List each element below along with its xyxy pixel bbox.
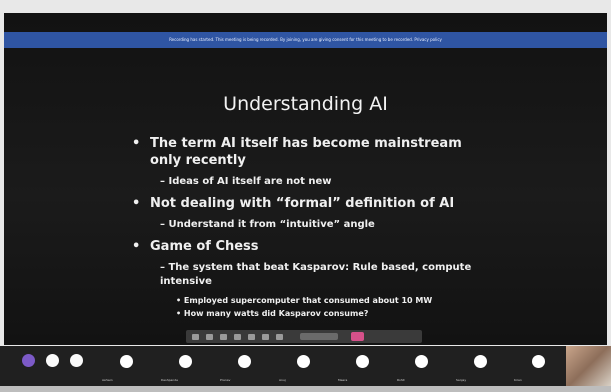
avatar [532, 355, 545, 368]
avatar [297, 355, 310, 368]
avatar [179, 355, 192, 368]
bullet-3-sub-1-text: The system that beat Kasparov: Rule base… [160, 262, 472, 287]
bullet-2-sub-1: – Understand it from “intuitive” angle [160, 219, 375, 230]
participant-name: Ashwin [102, 378, 113, 382]
share-button[interactable] [70, 354, 83, 367]
bullet-3-sub-1: – The system that beat Kasparov: Rule ba… [160, 262, 472, 287]
bullet-3: Game of Chess [132, 238, 492, 255]
shared-screen: Recording has started. This meeting is b… [4, 13, 607, 345]
stop-presenting-button[interactable] [351, 332, 364, 341]
participant-name: Kiran [514, 378, 522, 382]
avatar [415, 355, 428, 368]
taskbar [0, 386, 611, 392]
bullet-3-subsub-2-text: How many watts did Kasparov consume? [183, 309, 369, 318]
eraser-icon[interactable] [234, 333, 241, 340]
bullet-2: Not dealing with “formal” definition of … [132, 195, 492, 212]
bullet-1-sub-1-text: Ideas of AI itself are not new [168, 176, 332, 187]
participant-name: Pranav [220, 378, 231, 382]
laser-icon[interactable] [262, 333, 269, 340]
recording-banner-text: Recording has started. This meeting is b… [169, 37, 442, 42]
avatar [120, 355, 133, 368]
participant-tile[interactable]: Anuj [273, 346, 333, 386]
participant-name: Anuj [279, 378, 286, 382]
highlighter-icon[interactable] [220, 333, 227, 340]
avatar [356, 355, 369, 368]
camera-button[interactable] [22, 354, 35, 367]
participant-name: Sanjay [456, 378, 467, 382]
participant-tile[interactable]: Meera [332, 346, 392, 386]
pen-icon[interactable] [206, 333, 213, 340]
avatar [474, 355, 487, 368]
participant-tile[interactable]: Ashwin [96, 346, 156, 386]
bullet-3-subsub-1: • Employed supercomputer that consumed a… [176, 296, 433, 305]
participant-name: Rohit [397, 378, 405, 382]
recording-banner[interactable]: Recording has started. This meeting is b… [4, 32, 607, 48]
bullet-2-sub-1-text: Understand it from “intuitive” angle [168, 219, 375, 230]
self-video-thumbnail[interactable] [566, 346, 611, 386]
participant-tile[interactable]: Pranav [214, 346, 274, 386]
participant-tile[interactable]: Sanjay [450, 346, 510, 386]
zoom-icon[interactable] [248, 333, 255, 340]
participant-name: Meera [338, 378, 348, 382]
participant-tile[interactable]: Kiran [508, 346, 568, 386]
bullet-3-subsub-1-text: Employed supercomputer that consumed abo… [183, 296, 433, 305]
bullet-1-sub-1: – Ideas of AI itself are not new [160, 176, 332, 187]
participant-name: Deshpande [161, 378, 179, 382]
participant-tile[interactable]: Rohit [391, 346, 451, 386]
slide-title: Understanding AI [223, 93, 388, 115]
presenter-mode-button[interactable] [300, 333, 338, 340]
pointer-icon[interactable] [192, 333, 199, 340]
mic-button[interactable] [46, 354, 59, 367]
presenter-toolbar[interactable] [186, 330, 422, 343]
participant-tile[interactable]: Deshpande [155, 346, 215, 386]
settings-icon[interactable] [276, 333, 283, 340]
slide-bullets: The term AI itself has become mainstream… [132, 135, 492, 321]
bullet-1: The term AI itself has become mainstream… [132, 135, 492, 169]
avatar [238, 355, 251, 368]
bullet-3-subsub-2: • How many watts did Kasparov consume? [176, 309, 369, 318]
